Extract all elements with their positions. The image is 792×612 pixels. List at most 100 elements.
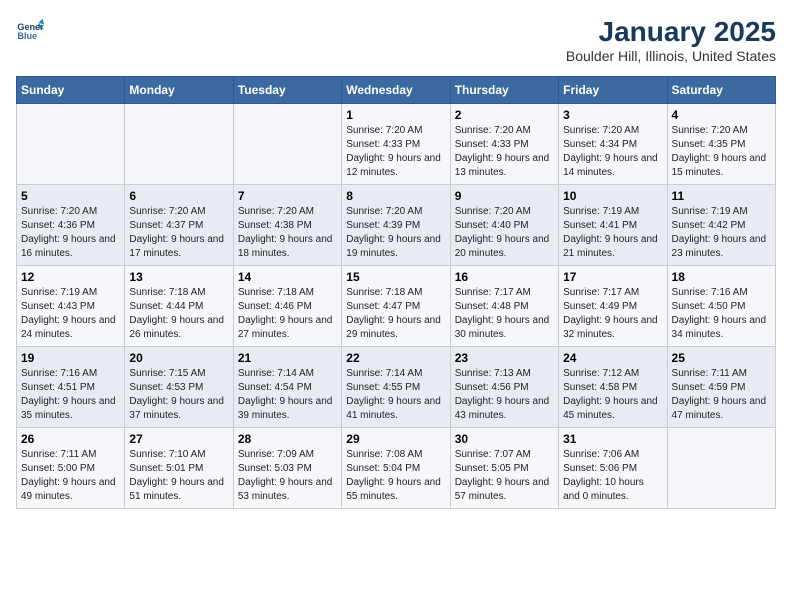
calendar-day-cell: 17Sunrise: 7:17 AM Sunset: 4:49 PM Dayli…: [559, 266, 667, 347]
day-info: Sunrise: 7:20 AM Sunset: 4:39 PM Dayligh…: [346, 205, 445, 261]
calendar-day-cell: 10 Sunrise: 7:19 AM Sunset: 4:41 PM Dayli…: [559, 185, 667, 266]
day-number: 19: [21, 351, 120, 365]
calendar-day-cell: 13Sunrise: 7:18 AM Sunset: 4:44 PM Dayli…: [125, 266, 233, 347]
day-number: 27: [129, 432, 228, 446]
calendar-day-cell: 31 Sunrise: 7:06 AM Sunset: 5:06 PM Dayli…: [559, 428, 667, 509]
day-info: Sunrise: 7:18 AM Sunset: 4:44 PM Dayligh…: [129, 286, 228, 342]
calendar-day-cell: 2 Sunrise: 7:20 AM Sunset: 4:33 PM Daylig…: [450, 104, 558, 185]
day-number: 23: [455, 351, 554, 365]
day-info: Sunrise: 7:20 AM Sunset: 4:36 PM Dayligh…: [21, 205, 120, 261]
day-number: 7: [238, 189, 337, 203]
weekday-header: Wednesday: [342, 77, 450, 104]
day-number: 5: [21, 189, 120, 203]
day-number: 31: [563, 432, 662, 446]
day-number: 8: [346, 189, 445, 203]
day-number: 2: [455, 108, 554, 122]
day-info: Sunrise: 7:19 AM Sunset: 4:41 PM Dayligh…: [563, 205, 662, 261]
day-info: Sunrise: 7:17 AM Sunset: 4:48 PM Dayligh…: [455, 286, 554, 342]
day-number: 28: [238, 432, 337, 446]
day-number: 6: [129, 189, 228, 203]
day-number: 4: [672, 108, 771, 122]
day-number: 26: [21, 432, 120, 446]
weekday-header: Friday: [559, 77, 667, 104]
calendar-day-cell: [233, 104, 341, 185]
calendar-day-cell: [125, 104, 233, 185]
day-info: Sunrise: 7:20 AM Sunset: 4:35 PM Dayligh…: [672, 124, 771, 180]
day-info: Sunrise: 7:16 AM Sunset: 4:50 PM Dayligh…: [672, 286, 771, 342]
day-info: Sunrise: 7:13 AM Sunset: 4:56 PM Dayligh…: [455, 367, 554, 423]
calendar-title: January 2025: [566, 16, 776, 48]
logo-icon: General Blue: [16, 16, 44, 44]
day-info: Sunrise: 7:20 AM Sunset: 4:33 PM Dayligh…: [455, 124, 554, 180]
day-number: 18: [672, 270, 771, 284]
day-info: Sunrise: 7:20 AM Sunset: 4:34 PM Dayligh…: [563, 124, 662, 180]
calendar-day-cell: 9Sunrise: 7:20 AM Sunset: 4:40 PM Daylig…: [450, 185, 558, 266]
weekday-header: Thursday: [450, 77, 558, 104]
calendar-day-cell: 28Sunrise: 7:09 AM Sunset: 5:03 PM Dayli…: [233, 428, 341, 509]
calendar-week-row: 19 Sunrise: 7:16 AM Sunset: 4:51 PM Dayli…: [17, 347, 776, 428]
calendar-day-cell: 1Sunrise: 7:20 AM Sunset: 4:33 PM Daylig…: [342, 104, 450, 185]
day-number: 11: [672, 189, 771, 203]
day-info: Sunrise: 7:20 AM Sunset: 4:33 PM Dayligh…: [346, 124, 445, 180]
day-info: Sunrise: 7:17 AM Sunset: 4:49 PM Dayligh…: [563, 286, 662, 342]
day-info: Sunrise: 7:20 AM Sunset: 4:37 PM Dayligh…: [129, 205, 228, 261]
day-number: 10: [563, 189, 662, 203]
title-block: January 2025 Boulder Hill, Illinois, Uni…: [566, 16, 776, 64]
calendar-day-cell: 4 Sunrise: 7:20 AM Sunset: 4:35 PM Daylig…: [667, 104, 775, 185]
day-number: 24: [563, 351, 662, 365]
logo: General Blue: [16, 16, 44, 44]
day-number: 25: [672, 351, 771, 365]
day-number: 15: [346, 270, 445, 284]
calendar-day-cell: 7 Sunrise: 7:20 AM Sunset: 4:38 PM Daylig…: [233, 185, 341, 266]
calendar-day-cell: 25 Sunrise: 7:11 AM Sunset: 4:59 PM Dayli…: [667, 347, 775, 428]
calendar-day-cell: 29Sunrise: 7:08 AM Sunset: 5:04 PM Dayli…: [342, 428, 450, 509]
header: General Blue January 2025 Boulder Hill, …: [16, 16, 776, 64]
day-number: 21: [238, 351, 337, 365]
day-info: Sunrise: 7:14 AM Sunset: 4:55 PM Dayligh…: [346, 367, 445, 423]
calendar-day-cell: 8 Sunrise: 7:20 AM Sunset: 4:39 PM Daylig…: [342, 185, 450, 266]
day-number: 3: [563, 108, 662, 122]
calendar-day-cell: 22 Sunrise: 7:14 AM Sunset: 4:55 PM Dayli…: [342, 347, 450, 428]
calendar-day-cell: [17, 104, 125, 185]
day-info: Sunrise: 7:15 AM Sunset: 4:53 PM Dayligh…: [129, 367, 228, 423]
calendar-day-cell: 5 Sunrise: 7:20 AM Sunset: 4:36 PM Daylig…: [17, 185, 125, 266]
calendar-week-row: 12Sunrise: 7:19 AM Sunset: 4:43 PM Dayli…: [17, 266, 776, 347]
day-info: Sunrise: 7:18 AM Sunset: 4:47 PM Dayligh…: [346, 286, 445, 342]
calendar-week-row: 1Sunrise: 7:20 AM Sunset: 4:33 PM Daylig…: [17, 104, 776, 185]
day-number: 16: [455, 270, 554, 284]
calendar-day-cell: 27 Sunrise: 7:10 AM Sunset: 5:01 PM Dayli…: [125, 428, 233, 509]
weekday-header: Sunday: [17, 77, 125, 104]
weekday-header: Saturday: [667, 77, 775, 104]
calendar-day-cell: 11 Sunrise: 7:19 AM Sunset: 4:42 PM Dayli…: [667, 185, 775, 266]
calendar-day-cell: 15 Sunrise: 7:18 AM Sunset: 4:47 PM Dayli…: [342, 266, 450, 347]
calendar-day-cell: 30 Sunrise: 7:07 AM Sunset: 5:05 PM Dayli…: [450, 428, 558, 509]
calendar-table: SundayMondayTuesdayWednesdayThursdayFrid…: [16, 76, 776, 509]
weekday-header: Monday: [125, 77, 233, 104]
calendar-day-cell: 6 Sunrise: 7:20 AM Sunset: 4:37 PM Daylig…: [125, 185, 233, 266]
day-number: 30: [455, 432, 554, 446]
day-info: Sunrise: 7:16 AM Sunset: 4:51 PM Dayligh…: [21, 367, 120, 423]
calendar-day-cell: 12Sunrise: 7:19 AM Sunset: 4:43 PM Dayli…: [17, 266, 125, 347]
calendar-day-cell: 21 Sunrise: 7:14 AM Sunset: 4:54 PM Dayli…: [233, 347, 341, 428]
calendar-body: 1Sunrise: 7:20 AM Sunset: 4:33 PM Daylig…: [17, 104, 776, 509]
day-info: Sunrise: 7:10 AM Sunset: 5:01 PM Dayligh…: [129, 448, 228, 504]
day-number: 14: [238, 270, 337, 284]
calendar-day-cell: 3 Sunrise: 7:20 AM Sunset: 4:34 PM Daylig…: [559, 104, 667, 185]
weekday-header: Tuesday: [233, 77, 341, 104]
day-info: Sunrise: 7:07 AM Sunset: 5:05 PM Dayligh…: [455, 448, 554, 504]
calendar-day-cell: 19 Sunrise: 7:16 AM Sunset: 4:51 PM Dayli…: [17, 347, 125, 428]
calendar-week-row: 5 Sunrise: 7:20 AM Sunset: 4:36 PM Daylig…: [17, 185, 776, 266]
day-number: 22: [346, 351, 445, 365]
day-info: Sunrise: 7:20 AM Sunset: 4:40 PM Dayligh…: [455, 205, 554, 261]
calendar-day-cell: [667, 428, 775, 509]
calendar-subtitle: Boulder Hill, Illinois, United States: [566, 48, 776, 64]
svg-text:Blue: Blue: [17, 31, 37, 41]
day-info: Sunrise: 7:06 AM Sunset: 5:06 PM Dayligh…: [563, 448, 662, 504]
calendar-day-cell: 14Sunrise: 7:18 AM Sunset: 4:46 PM Dayli…: [233, 266, 341, 347]
day-info: Sunrise: 7:20 AM Sunset: 4:38 PM Dayligh…: [238, 205, 337, 261]
day-info: Sunrise: 7:11 AM Sunset: 4:59 PM Dayligh…: [672, 367, 771, 423]
calendar-day-cell: 18 Sunrise: 7:16 AM Sunset: 4:50 PM Dayli…: [667, 266, 775, 347]
day-info: Sunrise: 7:19 AM Sunset: 4:42 PM Dayligh…: [672, 205, 771, 261]
day-info: Sunrise: 7:14 AM Sunset: 4:54 PM Dayligh…: [238, 367, 337, 423]
day-info: Sunrise: 7:19 AM Sunset: 4:43 PM Dayligh…: [21, 286, 120, 342]
